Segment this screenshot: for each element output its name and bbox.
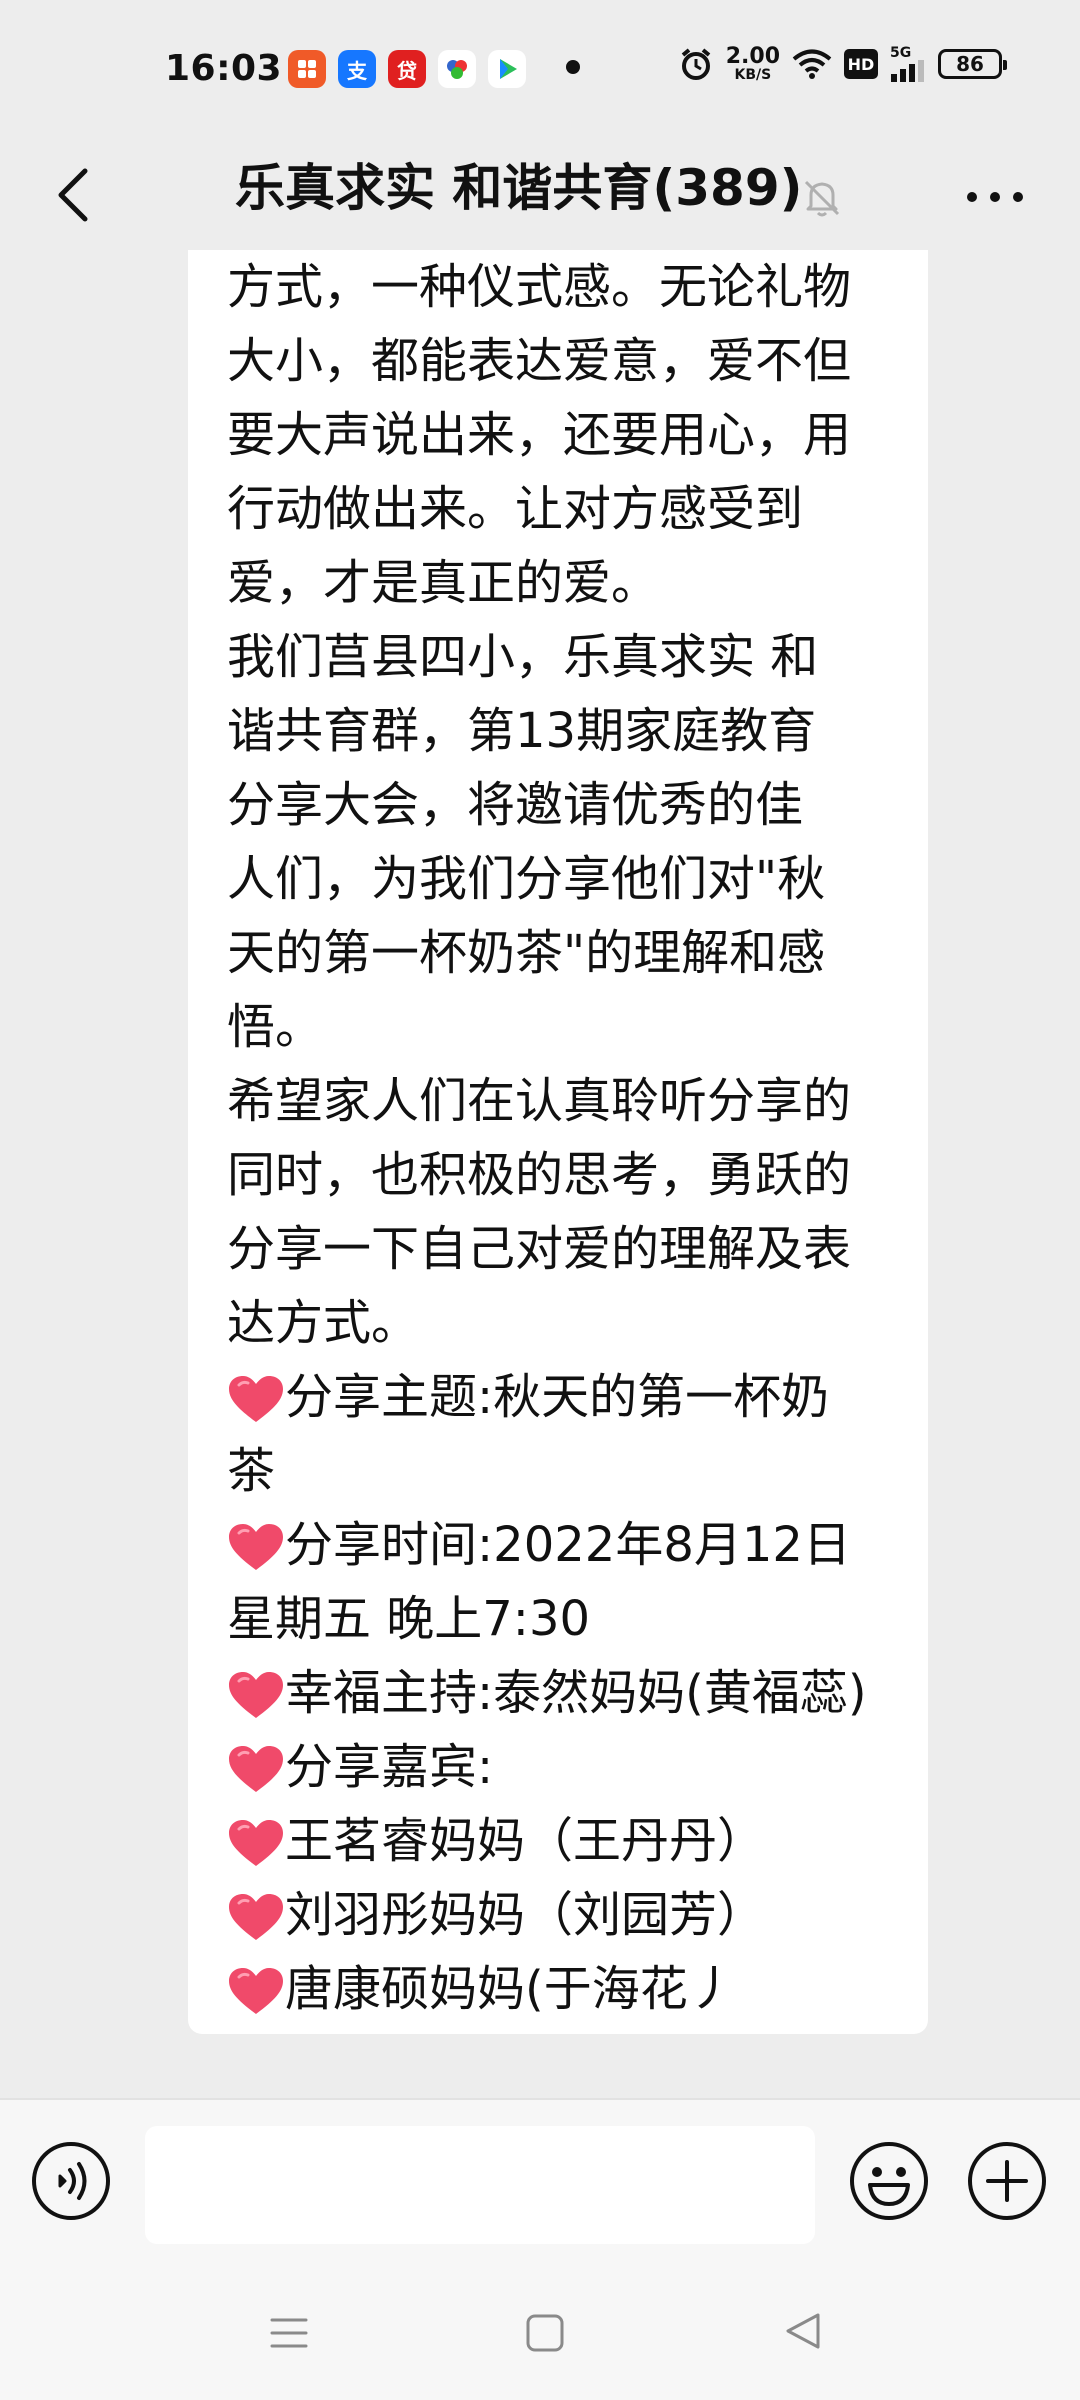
message-line: 希望家人们在认真聆听分享的 [227, 1073, 852, 1129]
chat-screen: 16:03 支 贷 2.00 KB/S HD 5G 86 乐真求实 和谐共育(3… [0, 0, 1080, 2400]
plus-icon [968, 2142, 1046, 2220]
message-input-bar [0, 2098, 1080, 2270]
system-navigation-bar [0, 2268, 1080, 2400]
message-line: 我们莒县四小，乐真求实 和 [227, 629, 819, 685]
message-detail-line: 唐康硕妈妈(于海花丿 [227, 1952, 898, 2026]
message-line: 人们，为我们分享他们对"秋 [227, 851, 826, 907]
app-notification-icon [288, 50, 326, 88]
message-detail-text: 唐康硕妈妈(于海花丿 [285, 1961, 736, 2017]
heart-icon [227, 1668, 285, 1718]
cloud-app-icon [438, 50, 476, 88]
more-functions-button[interactable] [966, 2140, 1048, 2222]
home-button[interactable] [524, 2312, 566, 2354]
status-time: 16:03 [165, 48, 283, 89]
message-detail-text: 星期五 晚上7:30 [227, 1591, 591, 1647]
chat-message-list[interactable]: 方式，一种仪式感。无论礼物 大小，都能表达爱意，爱不但 要大声说出来，还要用心，用行… [0, 250, 1080, 2098]
voice-input-button[interactable] [30, 2140, 112, 2222]
message-input[interactable] [145, 2126, 815, 2244]
smiley-icon [850, 2142, 928, 2220]
alipay-icon: 支 [338, 50, 376, 88]
message-detail-line: 幸福主持:泰然妈妈(黄福蕊) [227, 1656, 898, 1730]
message-line: 悟。 [227, 999, 324, 1055]
message-line: 分享一下自己对爱的理解及表 [227, 1221, 852, 1277]
message-line: 同时，也积极的思考，勇跃的 [227, 1147, 852, 1203]
status-bar: 16:03 支 贷 2.00 KB/S HD 5G 86 [0, 0, 1080, 140]
heart-icon [227, 1520, 285, 1570]
hd-badge: HD [844, 49, 878, 79]
system-back-button[interactable] [782, 2310, 824, 2352]
heart-icon [227, 1964, 285, 2014]
notification-app-icons: 支 贷 [288, 50, 526, 88]
message-detail-line: 茶 [227, 1434, 898, 1508]
signal-strength-icon: 5G [890, 46, 926, 82]
message-detail-line: 分享嘉宾: [227, 1730, 898, 1804]
voice-icon [32, 2142, 110, 2220]
message-detail-text: 王茗睿妈妈（王丹丹） [285, 1813, 766, 1869]
wifi-icon [792, 49, 832, 79]
home-square-icon [526, 2314, 564, 2352]
message-line: 方式，一种仪式感。无论礼物 [227, 259, 852, 315]
message-detail-text: 分享嘉宾: [285, 1739, 494, 1795]
system-status-icons: 2.00 KB/S HD 5G 86 [678, 44, 1007, 83]
message-detail-text: 分享时间:2022年8月12日 [285, 1517, 851, 1573]
message-line: 天的第一杯奶茶"的理解和感 [227, 925, 826, 981]
recent-apps-button[interactable] [268, 2312, 310, 2354]
chat-title: 乐真求实 和谐共育(389) [235, 159, 803, 217]
message-detail-text: 分享主题:秋天的第一杯奶 [285, 1369, 830, 1425]
chevron-left-icon [58, 168, 88, 222]
message-line: 大小，都能表达爱意，爱不但 [227, 333, 852, 389]
network-speed: 2.00 KB/S [725, 44, 780, 83]
more-options-button[interactable] [960, 162, 1030, 232]
back-button[interactable] [38, 160, 108, 230]
message-line: 行动做出来。让对方感受到 [227, 481, 804, 537]
more-notifications-dot [566, 60, 580, 74]
heart-icon [227, 1372, 285, 1422]
heart-icon [227, 1816, 285, 1866]
message-detail-text: 幸福主持:泰然妈妈(黄福蕊) [285, 1665, 867, 1721]
message-line: 爱，才是真正的爱。 [227, 555, 660, 611]
loan-app-icon: 贷 [388, 50, 426, 88]
message-detail-line: 分享主题:秋天的第一杯奶 [227, 1360, 898, 1434]
heart-icon [227, 1742, 285, 1792]
battery-indicator: 86 [938, 49, 1007, 79]
muted-bell-icon [804, 180, 840, 217]
message-line: 分享大会，将邀请优秀的佳 [227, 777, 804, 833]
alarm-icon [681, 48, 710, 80]
message-detail-line: 星期五 晚上7:30 [227, 1582, 898, 1656]
back-triangle-icon [786, 2313, 820, 2349]
message-detail-text: 茶 [227, 1443, 276, 1499]
message-line: 达方式。 [227, 1295, 420, 1351]
message-bubble[interactable]: 方式，一种仪式感。无论礼物 大小，都能表达爱意，爱不但 要大声说出来，还要用心，用行… [188, 250, 928, 2034]
more-dots-icon [967, 192, 1023, 202]
menu-icon [270, 2318, 308, 2348]
video-app-icon [488, 50, 526, 88]
message-event-details: 分享主题:秋天的第一杯奶茶分享时间:2022年8月12日星期五 晚上7:30 幸福… [227, 1360, 898, 2026]
heart-icon [227, 1890, 285, 1940]
message-detail-line: 刘羽彤妈妈（刘园芳） [227, 1878, 898, 1952]
message-detail-line: 分享时间:2022年8月12日 [227, 1508, 898, 1582]
chat-header: 乐真求实 和谐共育(389) [0, 140, 1080, 250]
message-detail-line: 王茗睿妈妈（王丹丹） [227, 1804, 898, 1878]
message-line: 要大声说出来，还要用心，用 [227, 407, 852, 463]
message-text: 方式，一种仪式感。无论礼物 大小，都能表达爱意，爱不但 要大声说出来，还要用心，用行… [227, 250, 898, 1360]
emoji-button[interactable] [848, 2140, 930, 2222]
message-detail-text: 刘羽彤妈妈（刘园芳） [285, 1887, 766, 1943]
message-line: 谐共育群，第13期家庭教育 [227, 703, 817, 759]
